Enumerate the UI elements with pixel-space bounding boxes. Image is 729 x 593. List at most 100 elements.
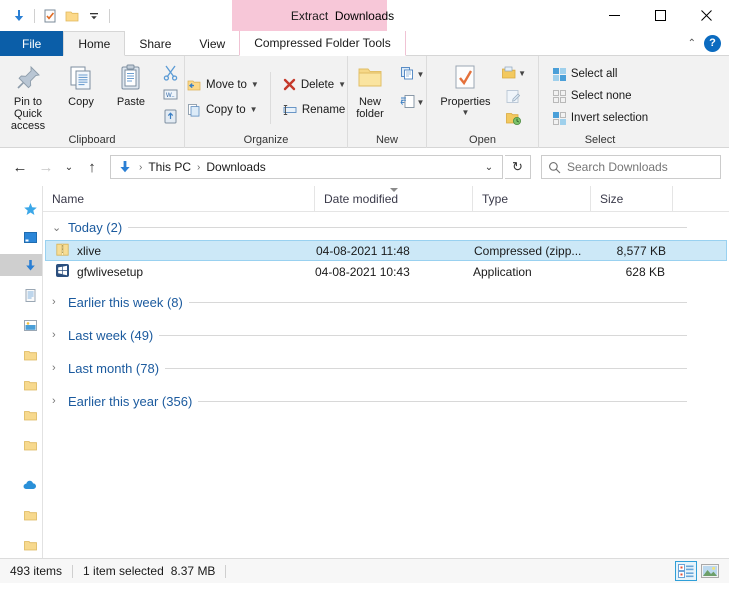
properties-icon[interactable] (39, 5, 61, 27)
sidebar-item-folder-3[interactable] (0, 404, 42, 426)
group-header-last-week[interactable]: › Last week (49) (43, 322, 729, 348)
invert-selection-button[interactable]: Invert selection (547, 108, 653, 128)
column-header-date-modified[interactable]: Date modified (315, 186, 473, 212)
minimize-button[interactable] (591, 0, 637, 31)
search-input[interactable]: Search Downloads (567, 160, 668, 174)
sidebar-item-downloads[interactable] (0, 254, 42, 276)
delete-label: Delete (301, 79, 334, 91)
copy-path-icon[interactable]: W.. (158, 84, 182, 104)
cut-icon[interactable] (158, 62, 182, 82)
history-icon[interactable] (499, 109, 529, 128)
chevron-down-icon[interactable]: ⌄ (52, 221, 62, 234)
select-none-button[interactable]: Select none (547, 86, 653, 106)
sidebar-item-folder-4[interactable] (0, 434, 42, 456)
ribbon-group-organize: Move to ▼ Copy to ▼ (185, 56, 348, 148)
sidebar-item-desktop[interactable] (0, 226, 42, 248)
maximize-button[interactable] (637, 0, 683, 31)
copy-to-button[interactable]: Copy to ▼ (181, 99, 264, 120)
move-to-caret-icon[interactable]: ▼ (251, 80, 259, 89)
file-type-cell: Compressed (zipp... (474, 244, 592, 258)
sidebar-item-documents[interactable] (0, 284, 42, 306)
properties-button[interactable]: Properties ▼ (434, 60, 496, 117)
open-with-caret-icon[interactable]: ▼ (518, 69, 526, 78)
new-item-caret-icon[interactable]: ▼ (417, 70, 425, 79)
column-header-size[interactable]: Size (591, 186, 673, 212)
refresh-button[interactable]: ↻ (505, 155, 531, 179)
sidebar-item-pictures[interactable] (0, 314, 42, 336)
column-header-filler[interactable] (673, 186, 729, 212)
search-box[interactable]: Search Downloads (541, 155, 721, 179)
column-header-name[interactable]: Name (43, 186, 315, 212)
tab-file[interactable]: File (0, 31, 63, 56)
group-header-earlier-this-week[interactable]: › Earlier this week (8) (43, 289, 729, 315)
ribbon-group-label-clipboard: Clipboard (0, 134, 184, 146)
group-header-earlier-this-year[interactable]: › Earlier this year (356) (43, 388, 729, 414)
paste-shortcut-icon[interactable] (158, 106, 182, 126)
back-button[interactable]: ← (8, 155, 32, 179)
forward-button[interactable]: → (34, 155, 58, 179)
pin-to-quick-access-button[interactable]: Pin to Quick access (0, 60, 56, 132)
clipboard-small-icons: W.. (156, 60, 184, 128)
status-selection-size: 8.37 MB (171, 564, 216, 578)
up-button[interactable]: ↑ (80, 155, 104, 179)
chevron-right-icon[interactable]: › (52, 395, 62, 407)
new-folder-button[interactable]: New folder (345, 60, 395, 120)
breadcrumb-item-downloads[interactable]: Downloads (202, 157, 269, 177)
qat-dropdown-icon[interactable] (83, 5, 105, 27)
close-button[interactable] (683, 0, 729, 31)
tab-share[interactable]: Share (125, 31, 185, 56)
column-header-type[interactable]: Type (473, 186, 591, 212)
properties-caret-icon[interactable]: ▼ (462, 108, 470, 117)
collapse-ribbon-icon[interactable]: ⌃ (688, 38, 696, 49)
chevron-right-icon[interactable]: › (52, 329, 62, 341)
main-content: ▲ ▼ Name Date modified Type Size ⌄ Today… (0, 186, 729, 558)
edit-icon[interactable] (499, 87, 529, 106)
copy-button[interactable]: Copy (56, 60, 106, 108)
ribbon-tab-row: File Home Share View Compressed Folder T… (0, 31, 729, 56)
new-item-icon[interactable]: ▼ (397, 64, 427, 84)
downloads-icon[interactable] (8, 5, 30, 27)
sidebar-item-folder-2[interactable] (0, 374, 42, 396)
tab-view[interactable]: View (185, 31, 239, 56)
easy-access-icon[interactable]: ▼ (397, 92, 427, 112)
address-dropdown-icon[interactable]: ⌄ (478, 156, 500, 178)
sidebar-item-quick-access[interactable] (0, 198, 42, 220)
open-with-icon[interactable]: ▼ (499, 64, 529, 83)
sidebar-item-folder-5[interactable] (0, 504, 42, 526)
tab-home[interactable]: Home (63, 31, 125, 56)
tab-compressed-folder-tools[interactable]: Compressed Folder Tools (239, 31, 406, 56)
ribbon-group-new: New folder ▼ (348, 56, 427, 148)
copy-to-caret-icon[interactable]: ▼ (250, 105, 258, 114)
new-folder-icon[interactable] (61, 5, 83, 27)
table-row[interactable]: gfwlivesetup 04-08-2021 10:43 Applicatio… (45, 261, 727, 282)
search-icon (548, 161, 561, 174)
new-small-icons: ▼ ▼ (395, 60, 429, 128)
details-view-button[interactable] (675, 561, 697, 581)
recent-locations-icon[interactable]: ⌄ (60, 155, 78, 179)
sidebar-item-onedrive[interactable] (0, 474, 42, 496)
breadcrumb[interactable]: › This PC › Downloads ⌄ (110, 155, 503, 179)
help-icon[interactable]: ? (704, 35, 721, 52)
copy-label: Copy (68, 96, 94, 108)
paste-button[interactable]: Paste (106, 60, 156, 108)
rename-button[interactable]: Rename (277, 99, 351, 120)
table-row[interactable]: xlive 04-08-2021 11:48 Compressed (zipp.… (45, 240, 727, 261)
folder-icon (22, 437, 38, 453)
large-icons-view-button[interactable] (699, 561, 721, 581)
new-folder-label-1: New (359, 96, 381, 108)
quick-access-toolbar (0, 0, 114, 31)
easy-access-caret-icon[interactable]: ▼ (417, 98, 425, 107)
group-header-last-month[interactable]: › Last month (78) (43, 355, 729, 381)
select-all-button[interactable]: Select all (547, 64, 653, 84)
sidebar-item-folder-1[interactable] (0, 344, 42, 366)
breadcrumb-separator-2: › (196, 162, 201, 173)
application-icon (55, 263, 70, 281)
sidebar-item-folder-6[interactable] (0, 534, 42, 556)
delete-button[interactable]: Delete ▼ (277, 74, 351, 95)
breadcrumb-item-this-pc[interactable]: This PC (144, 157, 195, 177)
breadcrumb-root-icon[interactable] (113, 157, 137, 177)
chevron-right-icon[interactable]: › (52, 362, 62, 374)
chevron-right-icon[interactable]: › (52, 296, 62, 308)
move-to-button[interactable]: Move to ▼ (181, 74, 264, 95)
group-header-today[interactable]: ⌄ Today (2) (43, 214, 729, 240)
